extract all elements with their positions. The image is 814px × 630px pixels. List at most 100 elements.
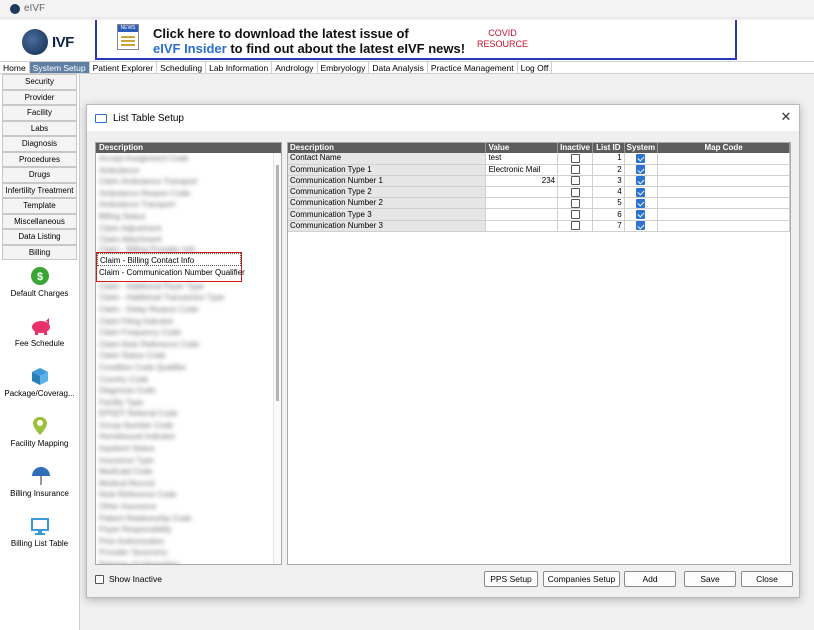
cell-inactive[interactable] bbox=[557, 153, 593, 165]
list-item[interactable]: Claim Attachment bbox=[96, 234, 281, 246]
menu-item-system-setup[interactable]: System Setup bbox=[29, 62, 90, 73]
sidebar-tool-billing-list-table[interactable]: Billing List Table bbox=[0, 516, 79, 560]
inactive-checkbox[interactable] bbox=[570, 209, 580, 219]
list-item[interactable]: Claim - Additional Payer Type bbox=[96, 281, 281, 293]
menu-item-patient-explorer[interactable]: Patient Explorer bbox=[90, 62, 158, 73]
list-item[interactable]: Ambulance bbox=[96, 165, 281, 177]
sidebar-item-miscellaneous[interactable]: Miscellaneous bbox=[2, 213, 77, 229]
list-item[interactable]: Claim Adjustment bbox=[96, 223, 281, 235]
sidebar-tool-billing-insurance[interactable]: Billing Insurance bbox=[0, 466, 79, 510]
close-button[interactable]: Close bbox=[741, 571, 793, 587]
list-item[interactable]: Release of Information bbox=[96, 559, 281, 564]
inactive-checkbox[interactable] bbox=[570, 198, 580, 208]
sidebar-item-labs[interactable]: Labs bbox=[2, 120, 77, 136]
cell-description[interactable]: Communication Type 2 bbox=[288, 186, 487, 199]
cell-inactive[interactable] bbox=[557, 220, 593, 232]
list-item[interactable]: Accept Assignment Code bbox=[96, 153, 281, 165]
sidebar-item-drugs[interactable]: Drugs bbox=[2, 167, 77, 183]
list-item[interactable]: Country Code bbox=[96, 374, 281, 386]
list-item[interactable]: Payer Responsibility bbox=[96, 524, 281, 536]
list-item[interactable]: Claim Frequency Code bbox=[96, 327, 281, 339]
list-item[interactable]: Insurance Type bbox=[96, 455, 281, 467]
cell-inactive[interactable] bbox=[557, 175, 593, 188]
list-item[interactable]: Inpatient Status bbox=[96, 443, 281, 455]
cell-description[interactable]: Communication Type 1 bbox=[288, 164, 487, 176]
inactive-checkbox[interactable] bbox=[570, 153, 580, 163]
menu-item-practice-management[interactable]: Practice Management bbox=[428, 62, 518, 73]
cell-description[interactable]: Communication Number 1 bbox=[288, 175, 487, 188]
list-item[interactable]: Medicaid Code bbox=[96, 466, 281, 478]
cell-value[interactable] bbox=[485, 220, 559, 232]
cell-map-code[interactable] bbox=[657, 153, 790, 165]
menu-item-lab-information[interactable]: Lab Information bbox=[206, 62, 273, 73]
cell-map-code[interactable] bbox=[657, 220, 790, 232]
sidebar-item-facility[interactable]: Facility bbox=[2, 105, 77, 121]
cell-inactive[interactable] bbox=[557, 208, 593, 221]
sidebar-item-billing[interactable]: Billing bbox=[2, 244, 77, 260]
menu-item-data-analysis[interactable]: Data Analysis bbox=[369, 62, 428, 73]
list-item[interactable]: Provider Taxonomy bbox=[96, 547, 281, 559]
cell-inactive[interactable] bbox=[557, 186, 593, 199]
sidebar-item-security[interactable]: Security bbox=[2, 74, 77, 90]
close-icon[interactable]: ✕ bbox=[779, 110, 793, 124]
column-header-description[interactable]: Description bbox=[288, 143, 487, 153]
list-item[interactable]: Facility Type bbox=[96, 397, 281, 409]
list-item[interactable]: Ambulance Transport bbox=[96, 199, 281, 211]
list-item-communication-number-qualifier[interactable]: Claim - Communication Number Qualifier bbox=[97, 266, 245, 279]
covid-resource-link[interactable]: COVID RESOURCE bbox=[477, 28, 528, 50]
cell-value[interactable]: test bbox=[485, 153, 559, 165]
menu-item-log-off[interactable]: Log Off bbox=[518, 62, 553, 73]
sidebar-tool-package-coverag-[interactable]: Package/Coverag... bbox=[0, 366, 79, 410]
cell-value[interactable]: 234 bbox=[485, 175, 559, 188]
companies-setup-button[interactable]: Companies Setup bbox=[543, 571, 620, 587]
cell-inactive[interactable] bbox=[557, 197, 593, 210]
table-row[interactable]: Communication Number 1 234 3 bbox=[288, 175, 790, 188]
menu-item-andrology[interactable]: Andrology bbox=[272, 62, 318, 73]
table-row[interactable]: Communication Number 2 5 bbox=[288, 197, 790, 210]
menu-item-embryology[interactable]: Embryology bbox=[318, 62, 370, 73]
inactive-checkbox[interactable] bbox=[570, 187, 580, 197]
save-button[interactable]: Save bbox=[684, 571, 736, 587]
menu-item-scheduling[interactable]: Scheduling bbox=[157, 62, 207, 73]
cell-value[interactable] bbox=[485, 208, 559, 221]
list-item[interactable]: Ambulance Reason Code bbox=[96, 188, 281, 200]
sidebar-tool-default-charges[interactable]: $ Default Charges bbox=[0, 266, 79, 310]
column-header-value[interactable]: Value bbox=[485, 143, 559, 153]
cell-inactive[interactable] bbox=[557, 164, 593, 176]
list-item[interactable]: Condition Code Qualifier bbox=[96, 362, 281, 374]
cell-map-code[interactable] bbox=[657, 175, 790, 188]
list-item[interactable]: Claim Status Code bbox=[96, 350, 281, 362]
list-item[interactable]: Other Insurance bbox=[96, 501, 281, 513]
list-item[interactable]: Homebound Indicator bbox=[96, 431, 281, 443]
show-inactive-toggle[interactable]: Show Inactive bbox=[95, 574, 162, 584]
table-row[interactable]: Contact Name test 1 bbox=[288, 153, 790, 165]
pps-setup-button[interactable]: PPS Setup bbox=[484, 571, 538, 587]
list-item[interactable]: Claim Filing Indicator bbox=[96, 316, 281, 328]
description-list[interactable]: Description Accept Assignment Code Ambula… bbox=[95, 142, 282, 565]
column-header-list-id[interactable]: List ID bbox=[592, 143, 625, 153]
sidebar-item-template[interactable]: Template bbox=[2, 198, 77, 214]
list-item[interactable]: Note Reference Code bbox=[96, 489, 281, 501]
column-header-system[interactable]: System bbox=[624, 143, 659, 153]
sidebar-item-provider[interactable]: Provider bbox=[2, 89, 77, 105]
inactive-checkbox[interactable] bbox=[570, 176, 580, 186]
column-header-inactive[interactable]: Inactive bbox=[557, 143, 593, 153]
list-item[interactable]: Claim - Additional Transaction Type bbox=[96, 292, 281, 304]
cell-map-code[interactable] bbox=[657, 186, 790, 199]
sidebar-tool-fee-schedule[interactable]: Fee Schedule bbox=[0, 316, 79, 360]
menu-item-home[interactable]: Home bbox=[0, 62, 30, 73]
sidebar-tool-facility-mapping[interactable]: Facility Mapping bbox=[0, 416, 79, 460]
inactive-checkbox[interactable] bbox=[570, 165, 580, 175]
cell-description[interactable]: Contact Name bbox=[288, 153, 487, 165]
sidebar-item-infertility-treatment[interactable]: Infertility Treatment bbox=[2, 182, 77, 198]
column-header-map-code[interactable]: Map Code bbox=[657, 143, 790, 153]
cell-map-code[interactable] bbox=[657, 197, 790, 210]
show-inactive-checkbox[interactable] bbox=[95, 574, 104, 584]
cell-value[interactable]: Electronic Mail bbox=[485, 164, 559, 176]
table-row[interactable]: Communication Type 2 4 bbox=[288, 186, 790, 199]
cell-value[interactable] bbox=[485, 197, 559, 210]
sidebar-item-procedures[interactable]: Procedures bbox=[2, 151, 77, 167]
list-item[interactable]: Prior Authorization bbox=[96, 536, 281, 548]
cell-description[interactable]: Communication Number 2 bbox=[288, 197, 487, 210]
cell-description[interactable]: Communication Number 3 bbox=[288, 220, 487, 232]
